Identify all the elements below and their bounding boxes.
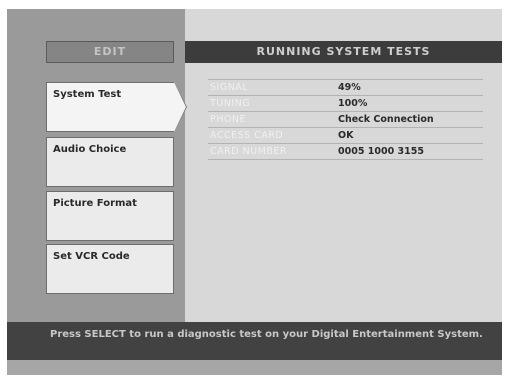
- result-row-phone: PHONE Check Connection: [208, 112, 483, 128]
- result-row-card-number: CARD NUMBER 0005 1000 3155: [208, 144, 483, 160]
- menu-item-system-test[interactable]: System Test: [46, 82, 187, 132]
- result-label: PHONE: [210, 114, 246, 125]
- result-row-signal: SIGNAL 49%: [208, 79, 483, 96]
- result-value: 49%: [338, 82, 361, 93]
- help-text: Press SELECT to run a diagnostic test on…: [7, 322, 502, 360]
- tv-screen: EDIT RUNNING SYSTEM TESTS System Test Au…: [7, 9, 502, 375]
- test-results-list: SIGNAL 49% TUNING 100% PHONE Check Conne…: [208, 79, 483, 160]
- result-label: CARD NUMBER: [210, 146, 287, 157]
- menu-item-label: Set VCR Code: [53, 251, 130, 262]
- result-value: OK: [338, 130, 354, 141]
- menu-item-label: Picture Format: [53, 198, 137, 209]
- result-value: 100%: [338, 98, 368, 109]
- result-row-access-card: ACCESS CARD OK: [208, 128, 483, 144]
- edit-button[interactable]: EDIT: [46, 41, 174, 63]
- result-label: ACCESS CARD: [210, 130, 284, 141]
- menu-item-picture-format[interactable]: Picture Format: [46, 191, 174, 241]
- result-value: 0005 1000 3155: [338, 146, 424, 157]
- result-label: TUNING: [210, 98, 251, 109]
- bottom-strip: [7, 360, 502, 375]
- result-row-tuning: TUNING 100%: [208, 96, 483, 112]
- panel-title: RUNNING SYSTEM TESTS: [185, 41, 502, 63]
- result-label: SIGNAL: [210, 82, 249, 93]
- result-value: Check Connection: [338, 114, 434, 125]
- menu-item-audio-choice[interactable]: Audio Choice: [46, 137, 174, 187]
- menu-item-set-vcr-code[interactable]: Set VCR Code: [46, 244, 174, 294]
- menu-item-label: System Test: [53, 89, 122, 100]
- menu-item-label: Audio Choice: [53, 144, 127, 155]
